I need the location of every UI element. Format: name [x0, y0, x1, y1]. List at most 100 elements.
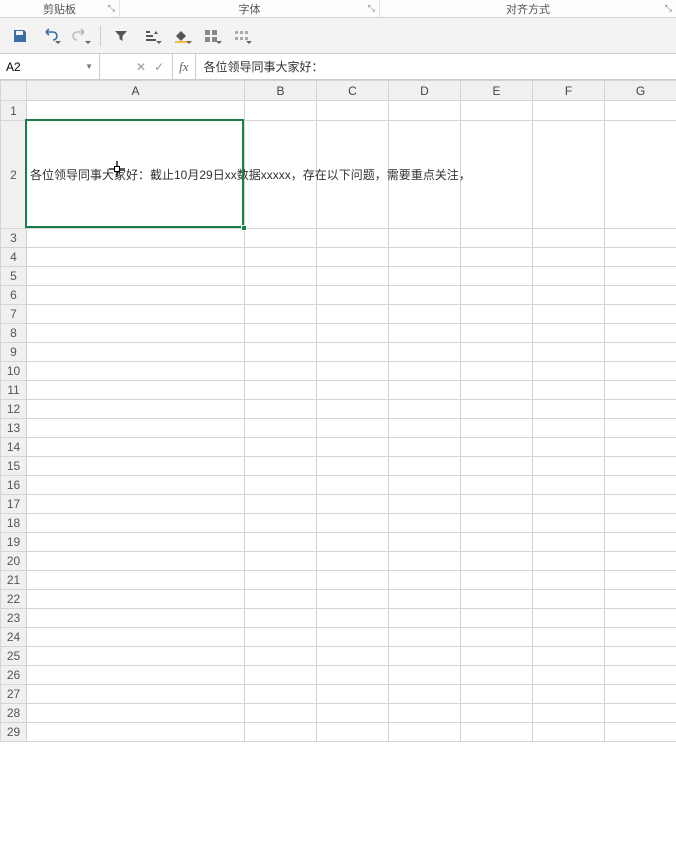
cell[interactable] — [389, 229, 461, 248]
cell[interactable] — [461, 267, 533, 286]
cell[interactable] — [533, 381, 605, 400]
row-header[interactable]: 27 — [1, 685, 27, 704]
cell[interactable] — [27, 362, 245, 381]
cell[interactable] — [461, 229, 533, 248]
cell[interactable] — [317, 324, 389, 343]
cell[interactable] — [533, 571, 605, 590]
row-header[interactable]: 26 — [1, 666, 27, 685]
dialog-launcher-icon[interactable]: ⤡ — [108, 3, 115, 14]
cell[interactable] — [461, 514, 533, 533]
cell[interactable] — [605, 229, 676, 248]
cell[interactable] — [461, 362, 533, 381]
cell[interactable] — [605, 343, 676, 362]
cell[interactable] — [317, 590, 389, 609]
cell[interactable] — [245, 590, 317, 609]
cell[interactable] — [533, 514, 605, 533]
selection-fill-handle[interactable] — [241, 225, 247, 231]
cell[interactable] — [389, 495, 461, 514]
cell[interactable] — [27, 419, 245, 438]
cell[interactable] — [245, 267, 317, 286]
cell[interactable] — [533, 533, 605, 552]
cell[interactable] — [533, 723, 605, 742]
cell[interactable] — [461, 419, 533, 438]
cell[interactable] — [533, 609, 605, 628]
cell[interactable] — [605, 533, 676, 552]
cell[interactable] — [317, 514, 389, 533]
cell[interactable] — [245, 381, 317, 400]
row-header[interactable]: 12 — [1, 400, 27, 419]
cell[interactable] — [461, 666, 533, 685]
cell[interactable] — [389, 647, 461, 666]
cell[interactable] — [245, 229, 317, 248]
cell[interactable] — [605, 495, 676, 514]
cell[interactable] — [605, 647, 676, 666]
cell[interactable] — [245, 457, 317, 476]
name-box-input[interactable] — [6, 60, 66, 74]
cell[interactable] — [317, 495, 389, 514]
cell[interactable] — [461, 457, 533, 476]
spreadsheet-grid[interactable]: A B C D E F G 12345678910111213141516171… — [0, 80, 676, 856]
cell[interactable] — [605, 723, 676, 742]
cell[interactable] — [389, 324, 461, 343]
cell[interactable] — [27, 101, 245, 121]
cell[interactable] — [605, 666, 676, 685]
cell[interactable] — [389, 305, 461, 324]
cell[interactable] — [389, 400, 461, 419]
cell[interactable] — [533, 121, 605, 229]
row-header[interactable]: 29 — [1, 723, 27, 742]
cell[interactable] — [27, 685, 245, 704]
cell[interactable] — [389, 666, 461, 685]
cell[interactable] — [533, 685, 605, 704]
cell[interactable] — [317, 685, 389, 704]
cell[interactable] — [605, 552, 676, 571]
cell[interactable] — [461, 324, 533, 343]
cell[interactable] — [389, 362, 461, 381]
cell[interactable] — [605, 590, 676, 609]
cell[interactable] — [389, 590, 461, 609]
cell[interactable] — [245, 476, 317, 495]
row-header[interactable]: 20 — [1, 552, 27, 571]
cell[interactable] — [605, 121, 676, 229]
cell[interactable] — [27, 286, 245, 305]
cell[interactable] — [317, 101, 389, 121]
cell[interactable] — [389, 571, 461, 590]
cell[interactable] — [533, 590, 605, 609]
row-header[interactable]: 1 — [1, 101, 27, 121]
cell[interactable] — [605, 476, 676, 495]
cell[interactable] — [461, 609, 533, 628]
cell[interactable] — [317, 704, 389, 723]
cell[interactable] — [533, 704, 605, 723]
cell[interactable] — [461, 343, 533, 362]
cell[interactable] — [605, 438, 676, 457]
layout-button[interactable] — [199, 24, 223, 48]
cell[interactable] — [27, 324, 245, 343]
cell[interactable] — [317, 381, 389, 400]
cell[interactable] — [389, 609, 461, 628]
cell[interactable] — [461, 476, 533, 495]
cell[interactable] — [27, 514, 245, 533]
cell[interactable] — [461, 305, 533, 324]
cell[interactable] — [27, 267, 245, 286]
cell[interactable] — [317, 305, 389, 324]
row-header[interactable]: 13 — [1, 419, 27, 438]
cell[interactable] — [27, 343, 245, 362]
cell[interactable] — [245, 121, 317, 229]
cell[interactable] — [27, 628, 245, 647]
cell[interactable] — [605, 514, 676, 533]
row-header[interactable]: 7 — [1, 305, 27, 324]
cell[interactable] — [461, 495, 533, 514]
cell[interactable] — [245, 400, 317, 419]
cell[interactable] — [461, 400, 533, 419]
cell[interactable] — [605, 362, 676, 381]
col-header[interactable]: A — [27, 81, 245, 101]
cell[interactable] — [27, 438, 245, 457]
cell[interactable] — [317, 438, 389, 457]
cell[interactable] — [605, 609, 676, 628]
cell[interactable] — [317, 666, 389, 685]
cell[interactable] — [461, 101, 533, 121]
row-header[interactable]: 16 — [1, 476, 27, 495]
cell[interactable] — [317, 609, 389, 628]
cell[interactable] — [317, 552, 389, 571]
col-header[interactable]: D — [389, 81, 461, 101]
dialog-launcher-icon[interactable]: ⤡ — [368, 3, 375, 14]
